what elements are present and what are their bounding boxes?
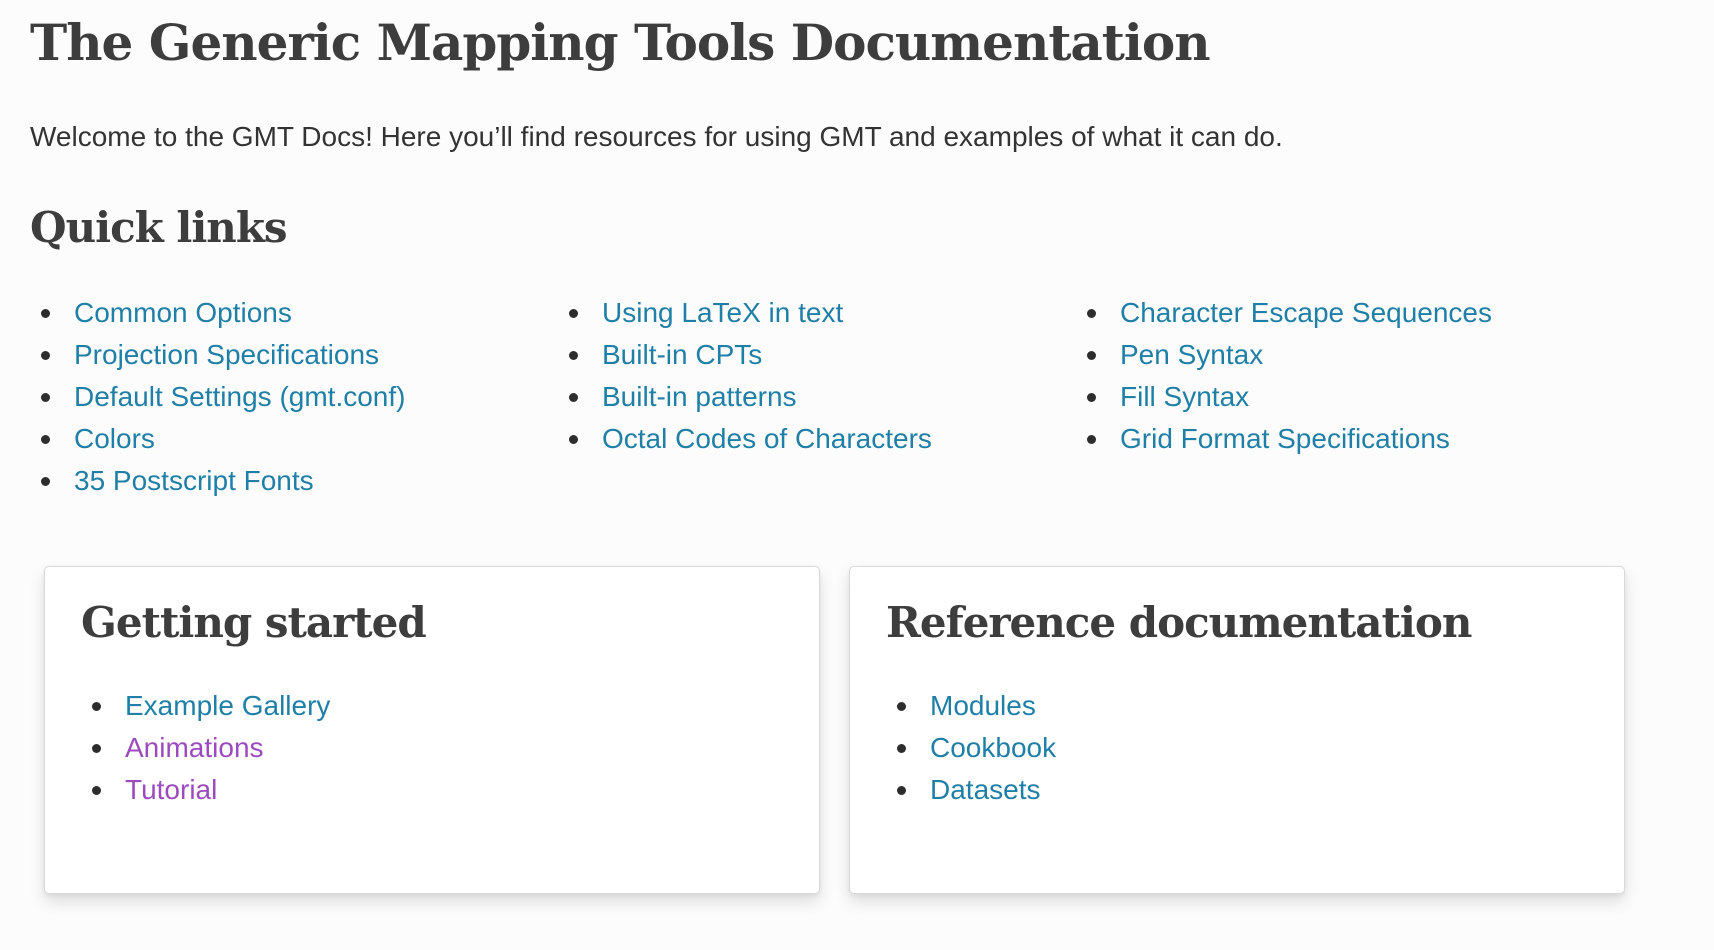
list-item: Using LaTeX in text bbox=[558, 292, 1076, 334]
page: The Generic Mapping Tools Documentation … bbox=[0, 0, 1714, 950]
list-item: Datasets bbox=[886, 769, 1588, 811]
link-animations[interactable]: Animations bbox=[125, 732, 264, 763]
quick-links-heading: Quick links bbox=[30, 203, 288, 252]
link-projection-specifications[interactable]: Projection Specifications bbox=[74, 339, 379, 370]
quick-links: Common Options Projection Specifications… bbox=[30, 292, 1714, 502]
link-modules[interactable]: Modules bbox=[930, 690, 1036, 721]
list-item: Character Escape Sequences bbox=[1076, 292, 1576, 334]
list-item: Octal Codes of Characters bbox=[558, 418, 1076, 460]
intro-text: Welcome to the GMT Docs! Here you’ll fin… bbox=[30, 121, 1283, 152]
list-item: Modules bbox=[886, 685, 1588, 727]
link-built-in-cpts[interactable]: Built-in CPTs bbox=[602, 339, 762, 370]
list-item: Default Settings (gmt.conf) bbox=[30, 376, 558, 418]
link-grid-format-specifications[interactable]: Grid Format Specifications bbox=[1120, 423, 1450, 454]
reference-documentation-heading: Reference documentation bbox=[886, 598, 1472, 647]
quick-links-column-2: Using LaTeX in text Built-in CPTs Built-… bbox=[558, 292, 1076, 502]
link-cookbook[interactable]: Cookbook bbox=[930, 732, 1056, 763]
list-item: Built-in CPTs bbox=[558, 334, 1076, 376]
list-item: Fill Syntax bbox=[1076, 376, 1576, 418]
list-item: Common Options bbox=[30, 292, 558, 334]
link-example-gallery[interactable]: Example Gallery bbox=[125, 690, 330, 721]
link-default-settings[interactable]: Default Settings (gmt.conf) bbox=[74, 381, 405, 412]
list-item: Pen Syntax bbox=[1076, 334, 1576, 376]
link-datasets[interactable]: Datasets bbox=[930, 774, 1041, 805]
link-tutorial[interactable]: Tutorial bbox=[125, 774, 217, 805]
list-item: Grid Format Specifications bbox=[1076, 418, 1576, 460]
link-using-latex[interactable]: Using LaTeX in text bbox=[602, 297, 843, 328]
page-title: The Generic Mapping Tools Documentation bbox=[30, 13, 1211, 72]
getting-started-card: Getting started Example Gallery Animatio… bbox=[44, 566, 820, 894]
reference-documentation-links: Modules Cookbook Datasets bbox=[886, 685, 1588, 811]
link-pen-syntax[interactable]: Pen Syntax bbox=[1120, 339, 1263, 370]
getting-started-heading: Getting started bbox=[81, 598, 427, 647]
list-item: 35 Postscript Fonts bbox=[30, 460, 558, 502]
link-character-escape-sequences[interactable]: Character Escape Sequences bbox=[1120, 297, 1492, 328]
list-item: Tutorial bbox=[81, 769, 783, 811]
link-octal-codes[interactable]: Octal Codes of Characters bbox=[602, 423, 932, 454]
list-item: Colors bbox=[30, 418, 558, 460]
cards: Getting started Example Gallery Animatio… bbox=[44, 566, 1625, 894]
link-built-in-patterns[interactable]: Built-in patterns bbox=[602, 381, 797, 412]
list-item: Projection Specifications bbox=[30, 334, 558, 376]
link-postscript-fonts[interactable]: 35 Postscript Fonts bbox=[74, 465, 314, 496]
getting-started-links: Example Gallery Animations Tutorial bbox=[81, 685, 783, 811]
reference-documentation-card: Reference documentation Modules Cookbook… bbox=[849, 566, 1625, 894]
list-item: Example Gallery bbox=[81, 685, 783, 727]
link-colors[interactable]: Colors bbox=[74, 423, 155, 454]
quick-links-column-1: Common Options Projection Specifications… bbox=[30, 292, 558, 502]
link-common-options[interactable]: Common Options bbox=[74, 297, 292, 328]
list-item: Animations bbox=[81, 727, 783, 769]
quick-links-column-3: Character Escape Sequences Pen Syntax Fi… bbox=[1076, 292, 1576, 502]
link-fill-syntax[interactable]: Fill Syntax bbox=[1120, 381, 1249, 412]
list-item: Cookbook bbox=[886, 727, 1588, 769]
list-item: Built-in patterns bbox=[558, 376, 1076, 418]
